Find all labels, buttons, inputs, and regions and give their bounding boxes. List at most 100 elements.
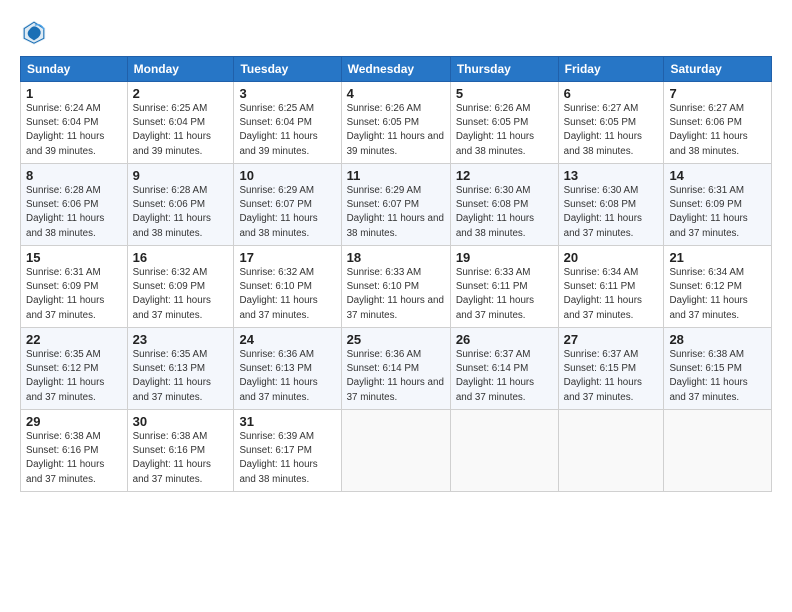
day-number: 11 [347,168,445,183]
calendar-body: 1 Sunrise: 6:24 AMSunset: 6:04 PMDayligh… [21,82,772,492]
day-info: Sunrise: 6:29 AMSunset: 6:07 PMDaylight:… [347,184,445,241]
calendar-header-row: SundayMondayTuesdayWednesdayThursdayFrid… [21,57,772,82]
day-cell: 23 Sunrise: 6:35 AMSunset: 6:13 PMDaylig… [127,328,234,410]
day-info: Sunrise: 6:31 AMSunset: 6:09 PMDaylight:… [26,266,122,323]
day-cell: 31 Sunrise: 6:39 AMSunset: 6:17 PMDaylig… [234,410,341,492]
day-cell: 30 Sunrise: 6:38 AMSunset: 6:16 PMDaylig… [127,410,234,492]
day-number: 5 [456,86,553,101]
day-cell: 7 Sunrise: 6:27 AMSunset: 6:06 PMDayligh… [664,82,772,164]
day-number: 13 [564,168,659,183]
day-info: Sunrise: 6:36 AMSunset: 6:13 PMDaylight:… [239,348,335,405]
day-number: 16 [133,250,229,265]
day-cell: 17 Sunrise: 6:32 AMSunset: 6:10 PMDaylig… [234,246,341,328]
day-info: Sunrise: 6:24 AMSunset: 6:04 PMDaylight:… [26,102,122,159]
day-number: 10 [239,168,335,183]
day-number: 28 [669,332,766,347]
day-cell: 13 Sunrise: 6:30 AMSunset: 6:08 PMDaylig… [558,164,664,246]
day-cell: 24 Sunrise: 6:36 AMSunset: 6:13 PMDaylig… [234,328,341,410]
day-cell: 22 Sunrise: 6:35 AMSunset: 6:12 PMDaylig… [21,328,128,410]
day-number: 22 [26,332,122,347]
day-cell: 15 Sunrise: 6:31 AMSunset: 6:09 PMDaylig… [21,246,128,328]
day-info: Sunrise: 6:34 AMSunset: 6:11 PMDaylight:… [564,266,659,323]
week-row-3: 15 Sunrise: 6:31 AMSunset: 6:09 PMDaylig… [21,246,772,328]
day-info: Sunrise: 6:30 AMSunset: 6:08 PMDaylight:… [456,184,553,241]
day-info: Sunrise: 6:32 AMSunset: 6:09 PMDaylight:… [133,266,229,323]
header-cell-sunday: Sunday [21,57,128,82]
day-number: 25 [347,332,445,347]
day-cell: 2 Sunrise: 6:25 AMSunset: 6:04 PMDayligh… [127,82,234,164]
day-cell: 8 Sunrise: 6:28 AMSunset: 6:06 PMDayligh… [21,164,128,246]
day-number: 21 [669,250,766,265]
day-number: 4 [347,86,445,101]
day-info: Sunrise: 6:33 AMSunset: 6:11 PMDaylight:… [456,266,553,323]
day-cell: 27 Sunrise: 6:37 AMSunset: 6:15 PMDaylig… [558,328,664,410]
day-number: 7 [669,86,766,101]
day-info: Sunrise: 6:35 AMSunset: 6:12 PMDaylight:… [26,348,122,405]
day-cell [341,410,450,492]
week-row-2: 8 Sunrise: 6:28 AMSunset: 6:06 PMDayligh… [21,164,772,246]
day-cell: 14 Sunrise: 6:31 AMSunset: 6:09 PMDaylig… [664,164,772,246]
day-cell: 29 Sunrise: 6:38 AMSunset: 6:16 PMDaylig… [21,410,128,492]
day-number: 2 [133,86,229,101]
day-info: Sunrise: 6:35 AMSunset: 6:13 PMDaylight:… [133,348,229,405]
day-cell: 25 Sunrise: 6:36 AMSunset: 6:14 PMDaylig… [341,328,450,410]
logo [20,18,54,46]
header-cell-monday: Monday [127,57,234,82]
day-info: Sunrise: 6:38 AMSunset: 6:15 PMDaylight:… [669,348,766,405]
week-row-5: 29 Sunrise: 6:38 AMSunset: 6:16 PMDaylig… [21,410,772,492]
day-cell: 1 Sunrise: 6:24 AMSunset: 6:04 PMDayligh… [21,82,128,164]
day-info: Sunrise: 6:28 AMSunset: 6:06 PMDaylight:… [133,184,229,241]
day-info: Sunrise: 6:26 AMSunset: 6:05 PMDaylight:… [347,102,445,159]
week-row-1: 1 Sunrise: 6:24 AMSunset: 6:04 PMDayligh… [21,82,772,164]
page: SundayMondayTuesdayWednesdayThursdayFrid… [0,0,792,612]
day-number: 24 [239,332,335,347]
day-info: Sunrise: 6:25 AMSunset: 6:04 PMDaylight:… [133,102,229,159]
day-info: Sunrise: 6:33 AMSunset: 6:10 PMDaylight:… [347,266,445,323]
day-info: Sunrise: 6:37 AMSunset: 6:14 PMDaylight:… [456,348,553,405]
day-cell: 9 Sunrise: 6:28 AMSunset: 6:06 PMDayligh… [127,164,234,246]
day-info: Sunrise: 6:39 AMSunset: 6:17 PMDaylight:… [239,430,335,487]
day-number: 30 [133,414,229,429]
day-info: Sunrise: 6:29 AMSunset: 6:07 PMDaylight:… [239,184,335,241]
day-cell: 11 Sunrise: 6:29 AMSunset: 6:07 PMDaylig… [341,164,450,246]
day-number: 18 [347,250,445,265]
day-cell: 19 Sunrise: 6:33 AMSunset: 6:11 PMDaylig… [450,246,558,328]
day-cell: 6 Sunrise: 6:27 AMSunset: 6:05 PMDayligh… [558,82,664,164]
day-cell: 10 Sunrise: 6:29 AMSunset: 6:07 PMDaylig… [234,164,341,246]
header-cell-wednesday: Wednesday [341,57,450,82]
day-info: Sunrise: 6:38 AMSunset: 6:16 PMDaylight:… [26,430,122,487]
day-info: Sunrise: 6:37 AMSunset: 6:15 PMDaylight:… [564,348,659,405]
day-info: Sunrise: 6:25 AMSunset: 6:04 PMDaylight:… [239,102,335,159]
day-info: Sunrise: 6:36 AMSunset: 6:14 PMDaylight:… [347,348,445,405]
day-info: Sunrise: 6:27 AMSunset: 6:05 PMDaylight:… [564,102,659,159]
day-cell: 12 Sunrise: 6:30 AMSunset: 6:08 PMDaylig… [450,164,558,246]
header-cell-saturday: Saturday [664,57,772,82]
day-info: Sunrise: 6:31 AMSunset: 6:09 PMDaylight:… [669,184,766,241]
day-cell: 28 Sunrise: 6:38 AMSunset: 6:15 PMDaylig… [664,328,772,410]
day-info: Sunrise: 6:28 AMSunset: 6:06 PMDaylight:… [26,184,122,241]
day-cell: 3 Sunrise: 6:25 AMSunset: 6:04 PMDayligh… [234,82,341,164]
day-cell: 16 Sunrise: 6:32 AMSunset: 6:09 PMDaylig… [127,246,234,328]
day-number: 9 [133,168,229,183]
day-info: Sunrise: 6:27 AMSunset: 6:06 PMDaylight:… [669,102,766,159]
day-number: 6 [564,86,659,101]
day-cell: 4 Sunrise: 6:26 AMSunset: 6:05 PMDayligh… [341,82,450,164]
day-number: 1 [26,86,122,101]
header-cell-friday: Friday [558,57,664,82]
day-number: 15 [26,250,122,265]
logo-icon [20,18,48,46]
day-cell: 21 Sunrise: 6:34 AMSunset: 6:12 PMDaylig… [664,246,772,328]
day-cell: 20 Sunrise: 6:34 AMSunset: 6:11 PMDaylig… [558,246,664,328]
day-number: 19 [456,250,553,265]
day-info: Sunrise: 6:30 AMSunset: 6:08 PMDaylight:… [564,184,659,241]
day-cell: 26 Sunrise: 6:37 AMSunset: 6:14 PMDaylig… [450,328,558,410]
day-cell: 18 Sunrise: 6:33 AMSunset: 6:10 PMDaylig… [341,246,450,328]
day-number: 23 [133,332,229,347]
header-cell-tuesday: Tuesday [234,57,341,82]
day-number: 20 [564,250,659,265]
day-number: 8 [26,168,122,183]
calendar: SundayMondayTuesdayWednesdayThursdayFrid… [20,56,772,492]
day-number: 12 [456,168,553,183]
day-number: 29 [26,414,122,429]
day-cell: 5 Sunrise: 6:26 AMSunset: 6:05 PMDayligh… [450,82,558,164]
